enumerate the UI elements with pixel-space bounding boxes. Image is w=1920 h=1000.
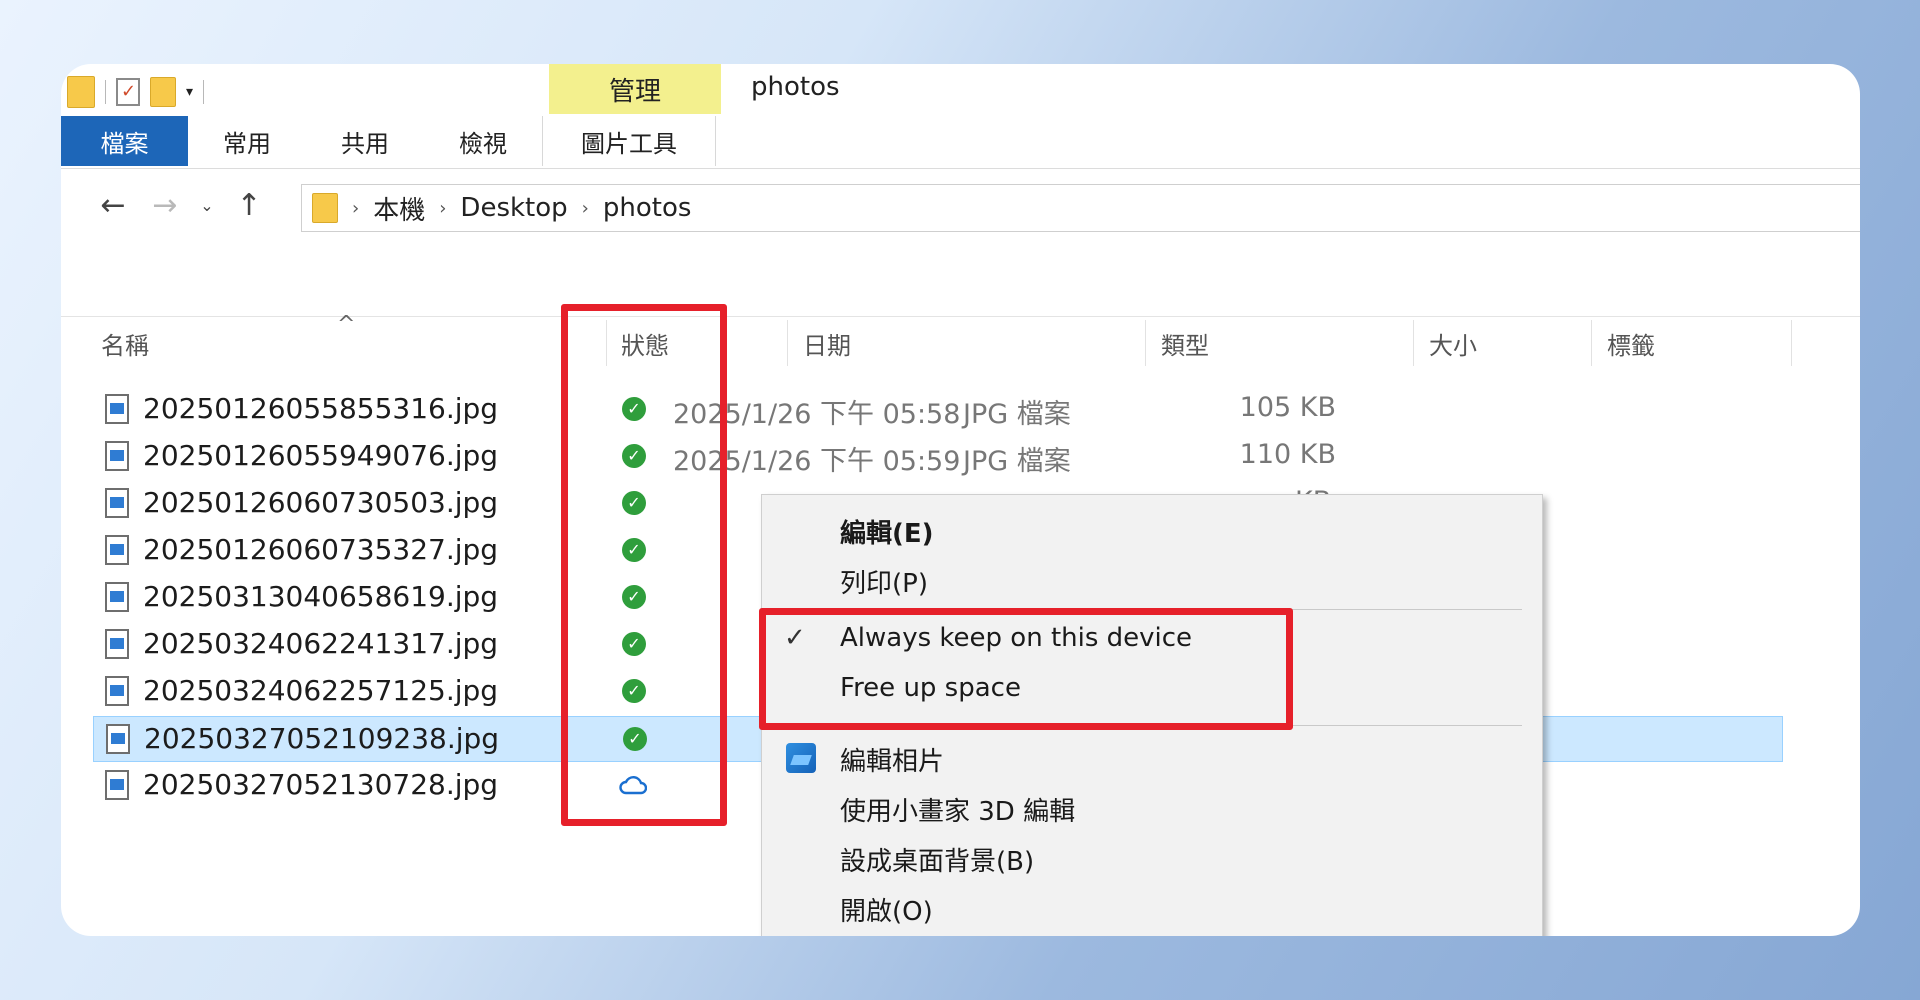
chevron-right-icon[interactable]: ›: [352, 198, 359, 219]
image-file-icon: [105, 629, 129, 659]
column-divider[interactable]: [1145, 320, 1146, 366]
chevron-right-icon[interactable]: ›: [582, 198, 589, 219]
menu-item-edit-photo[interactable]: 編輯相片: [840, 741, 944, 778]
forward-icon[interactable]: →: [139, 188, 191, 223]
column-header-date[interactable]: 日期: [803, 326, 851, 361]
menu-item-set-wallpaper[interactable]: 設成桌面背景(B): [840, 841, 1034, 878]
image-file-icon: [106, 724, 130, 754]
ribbon-tabs: 檔案 常用 共用 檢視 圖片工具: [61, 116, 716, 166]
file-name: 20250126055855316.jpg: [143, 392, 499, 425]
status-column-highlight: [561, 304, 727, 826]
menu-item-edit[interactable]: 編輯(E): [840, 513, 934, 550]
breadcrumb-photos[interactable]: photos: [603, 193, 692, 223]
column-header-type[interactable]: 類型: [1161, 326, 1209, 361]
navigation-buttons: ← → ⌄ ↑: [87, 180, 275, 230]
menu-item-edit-paint3d[interactable]: 使用小畫家 3D 編輯: [840, 791, 1075, 828]
tab-picture-tools[interactable]: 圖片工具: [542, 116, 716, 166]
image-file-icon: [105, 582, 129, 612]
menu-item-open[interactable]: 開啟(O): [840, 891, 933, 928]
new-folder-icon[interactable]: [150, 77, 176, 107]
file-type: JPG 檔案: [963, 399, 1071, 430]
chevron-right-icon[interactable]: ›: [439, 198, 446, 219]
file-explorer-window: ▾ 管理 photos 檔案 常用 共用 檢視 圖片工具 ← → ⌄ ↑ › 本…: [61, 64, 1860, 936]
file-row[interactable]: 20250126055855316.jpg ✓ 2025/1/26 下午 05:…: [93, 387, 1783, 433]
image-file-icon: [105, 394, 129, 424]
file-name: 20250327052109238.jpg: [144, 722, 500, 755]
column-header-name[interactable]: 名稱: [101, 326, 149, 361]
file-name: 20250324062257125.jpg: [143, 674, 499, 707]
image-file-icon: [105, 770, 129, 800]
properties-icon[interactable]: [116, 78, 140, 106]
ribbon-divider: [61, 168, 1860, 169]
customize-toolbar-icon[interactable]: ▾: [186, 84, 193, 100]
file-name: 20250126060735327.jpg: [143, 533, 499, 566]
column-divider[interactable]: [1791, 320, 1792, 366]
sort-ascending-icon: ^: [337, 312, 356, 337]
recent-locations-icon[interactable]: ⌄: [191, 196, 223, 215]
file-row[interactable]: 20250126055949076.jpg ✓ 2025/1/26 下午 05:…: [93, 434, 1783, 480]
breadcrumb-this-pc[interactable]: 本機: [373, 190, 425, 227]
image-file-icon: [105, 535, 129, 565]
menu-item-print[interactable]: 列印(P): [840, 563, 928, 600]
back-icon[interactable]: ←: [87, 188, 139, 223]
manage-tab[interactable]: 管理: [549, 64, 721, 114]
column-divider[interactable]: [1413, 320, 1414, 366]
image-file-icon: [105, 441, 129, 471]
tab-home[interactable]: 常用: [188, 116, 306, 166]
tab-view[interactable]: 檢視: [424, 116, 542, 166]
toolbar-divider: [105, 80, 106, 104]
image-file-icon: [105, 676, 129, 706]
folder-icon[interactable]: [67, 76, 95, 108]
sync-options-highlight: [759, 608, 1293, 730]
toolbar-divider: [203, 80, 205, 104]
column-divider[interactable]: [787, 320, 788, 366]
address-bar[interactable]: › 本機 › Desktop › photos: [301, 184, 1860, 232]
column-divider[interactable]: [1591, 320, 1592, 366]
folder-icon: [312, 193, 338, 223]
tab-share[interactable]: 共用: [306, 116, 424, 166]
file-name: 20250126055949076.jpg: [143, 439, 499, 472]
file-type: JPG 檔案: [963, 446, 1071, 477]
pane-divider: [61, 316, 1860, 317]
quick-access-toolbar: ▾: [67, 72, 205, 112]
file-size: 105 KB: [1239, 392, 1336, 423]
file-name: 20250126060730503.jpg: [143, 486, 499, 519]
file-name: 20250313040658619.jpg: [143, 580, 499, 613]
window-title: photos: [751, 72, 840, 102]
column-header-size[interactable]: 大小: [1429, 326, 1477, 361]
column-header-tags[interactable]: 標籤: [1607, 326, 1655, 361]
file-name: 20250324062241317.jpg: [143, 627, 499, 660]
photos-app-icon: [786, 743, 816, 773]
breadcrumb-desktop[interactable]: Desktop: [460, 193, 567, 223]
up-icon[interactable]: ↑: [223, 188, 275, 223]
file-size: 110 KB: [1239, 439, 1336, 470]
file-name: 20250327052130728.jpg: [143, 768, 499, 801]
tab-file[interactable]: 檔案: [61, 116, 188, 166]
image-file-icon: [105, 488, 129, 518]
